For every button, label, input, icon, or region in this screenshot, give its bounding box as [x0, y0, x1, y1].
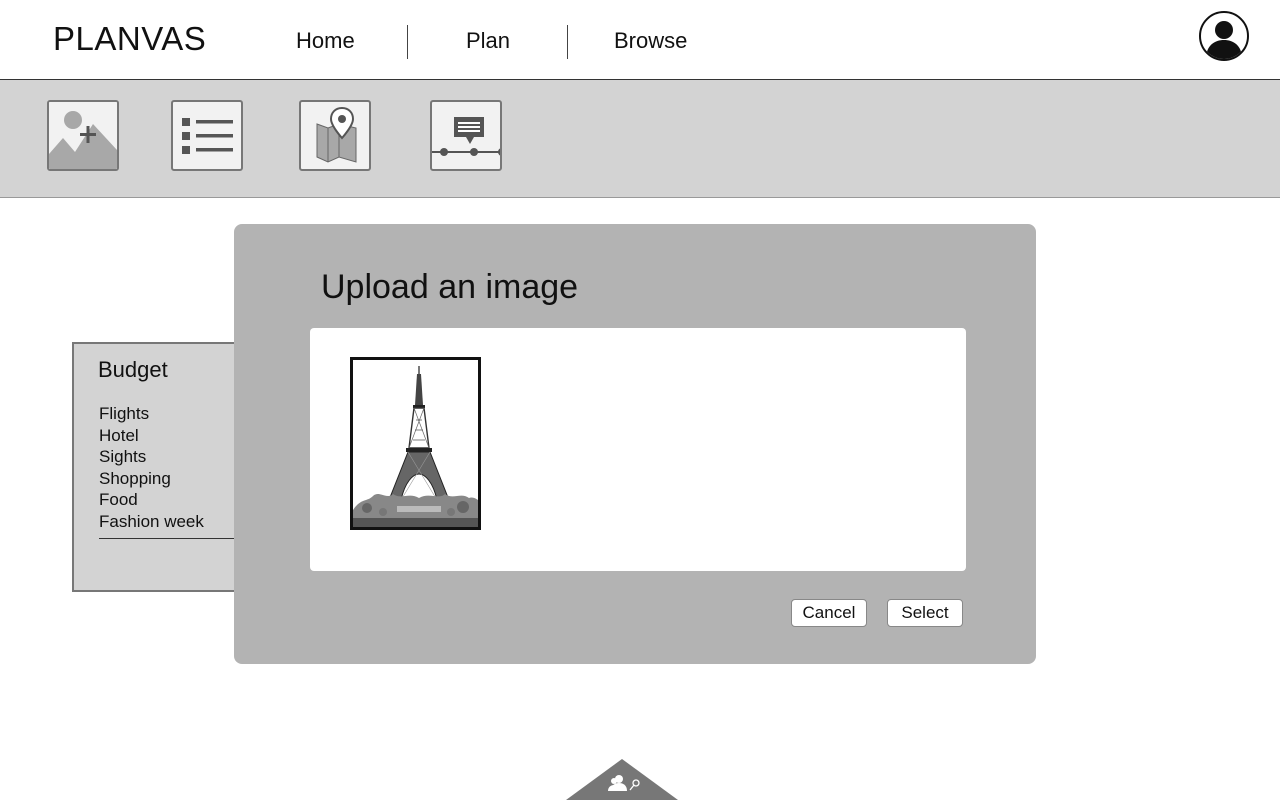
user-avatar-icon[interactable]	[1199, 11, 1249, 61]
dialog-title: Upload an image	[321, 268, 579, 306]
list-button[interactable]	[171, 100, 243, 171]
cancel-button[interactable]: Cancel	[791, 599, 867, 627]
bottom-drawer-tab[interactable]	[566, 759, 678, 800]
image-thumbnail[interactable]	[350, 357, 481, 530]
budget-item-shopping[interactable]: Shopping	[99, 468, 204, 490]
budget-item-flights[interactable]: Flights	[99, 403, 204, 425]
nav-plan[interactable]: Plan	[466, 28, 510, 54]
budget-list: Flights Hotel Sights Shopping Food Fashi…	[99, 403, 204, 533]
map-button[interactable]	[299, 100, 371, 171]
upload-image-dialog: Upload an image Cancel Select	[234, 224, 1036, 664]
nav-home[interactable]: Home	[296, 28, 355, 54]
select-button[interactable]: Select	[887, 599, 963, 627]
eiffel-tower-image	[353, 360, 478, 527]
list-icon	[182, 118, 233, 154]
add-image-icon	[49, 102, 117, 169]
timeline-button[interactable]	[430, 100, 502, 171]
image-gallery	[310, 328, 966, 571]
app-logo[interactable]: PLANVAS	[53, 20, 206, 58]
add-image-button[interactable]	[47, 100, 119, 171]
nav-browse[interactable]: Browse	[614, 28, 687, 54]
budget-item-hotel[interactable]: Hotel	[99, 425, 204, 447]
toolbar	[0, 80, 1280, 198]
top-header: PLANVAS Home Plan Browse	[0, 0, 1280, 80]
budget-item-fashion-week[interactable]: Fashion week	[99, 511, 204, 533]
nav-divider	[407, 25, 408, 59]
budget-item-sights[interactable]: Sights	[99, 446, 204, 468]
nav-divider	[567, 25, 568, 59]
map-pin-icon	[316, 106, 357, 163]
budget-title: Budget	[98, 357, 168, 382]
budget-item-food[interactable]: Food	[99, 489, 204, 511]
timeline-comment-icon	[432, 117, 500, 156]
